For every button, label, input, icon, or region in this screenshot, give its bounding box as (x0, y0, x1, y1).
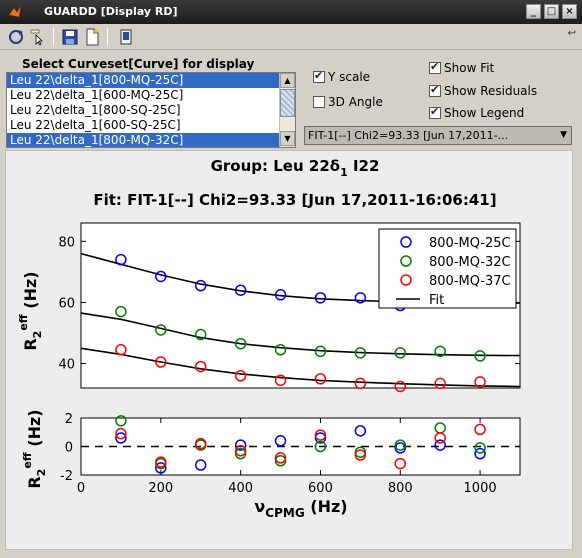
x-axis-label: νCPMG (Hz) (254, 497, 347, 520)
y-tick-label: 2 (65, 412, 73, 427)
window-title: GUARDD [Display RD] (44, 5, 178, 18)
toolbar-separator (53, 28, 54, 46)
list-item[interactable]: Leu 22\delta_1[800-SQ-25C] (7, 103, 295, 118)
figure-toolbar: ↩ (0, 24, 582, 50)
toolbar-separator (107, 28, 108, 46)
3d-angle-checkbox[interactable]: 3D Angle (313, 95, 383, 109)
y-tick-label: -2 (60, 469, 73, 484)
rotate-icon[interactable] (6, 27, 26, 47)
legend: 800-MQ-25C 800-MQ-32C 800-MQ-37C Fit (378, 228, 517, 309)
scroll-down-icon[interactable]: ▼ (280, 131, 295, 146)
checkbox-checked-icon[interactable] (429, 105, 441, 119)
show-fit-checkbox[interactable]: Show Fit (429, 60, 495, 75)
show-residuals-label: Show Residuals (444, 84, 538, 98)
x-tick-label: 1000 (464, 481, 497, 496)
x-tick-label: 800 (388, 481, 413, 496)
list-item[interactable]: Leu 22\delta_1[600-MQ-25C] (7, 88, 295, 103)
maximize-button[interactable]: □ (544, 4, 559, 19)
fit-select[interactable]: FIT-1[--] Chi2=93.33 [Jun 17,2011-... ▼ (304, 126, 572, 145)
print-icon[interactable] (116, 27, 136, 47)
main-y-label: R2eff (Hz) (17, 271, 44, 350)
new-figure-icon[interactable] (82, 27, 102, 47)
x-tick-label: 600 (308, 481, 333, 496)
figure-panel: Group: Leu 22δ1 I22 Fit: FIT-1[--] Chi2=… (5, 150, 573, 550)
x-tick-label: 200 (148, 481, 173, 496)
residual-y-label: R2eff (Hz) (21, 409, 48, 488)
close-button[interactable]: × (562, 4, 577, 19)
scroll-up-icon[interactable]: ▲ (280, 73, 295, 88)
save-icon[interactable] (60, 27, 80, 47)
checkbox-unchecked-icon[interactable] (313, 96, 325, 108)
y-tick-label: 80 (58, 235, 75, 250)
fit-select-value: FIT-1[--] Chi2=93.33 [Jun 17,2011-... (308, 129, 509, 142)
y-scale-checkbox[interactable]: Y scale (313, 69, 371, 84)
x-tick-label: 0 (77, 481, 85, 496)
checkbox-checked-icon[interactable] (429, 83, 441, 97)
residual-axes (80, 417, 521, 476)
x-tick-label: 400 (228, 481, 253, 496)
show-legend-label: Show Legend (444, 106, 525, 120)
legend-label-series1: 800-MQ-25C (429, 236, 511, 251)
y-tick-label: 0 (65, 441, 73, 456)
legend-label-series2: 800-MQ-32C (429, 255, 511, 270)
y-scale-label: Y scale (328, 70, 371, 84)
minimize-button[interactable]: _ (526, 4, 541, 19)
toolbar-overflow-icon[interactable]: ↩ (568, 28, 576, 39)
show-fit-label: Show Fit (444, 61, 495, 75)
y-tick-label: 60 (58, 296, 75, 311)
checkbox-checked-icon[interactable] (313, 69, 325, 83)
matlab-icon (8, 5, 22, 18)
curveset-panel-label: Select Curveset[Curve] for display (22, 57, 255, 71)
show-legend-checkbox[interactable]: Show Legend (429, 105, 525, 120)
scroll-thumb[interactable] (280, 89, 295, 117)
list-item[interactable]: Leu 22\delta_1[800-MQ-32C] (7, 133, 295, 147)
plot-canvas: Group: Leu 22δ1 I22 Fit: FIT-1[--] Chi2=… (17, 157, 521, 520)
data-cursor-icon[interactable] (28, 27, 48, 47)
listbox-scrollbar[interactable]: ▲ ▼ (279, 73, 295, 147)
legend-label-series3: 800-MQ-37C (429, 274, 511, 289)
curveset-listbox[interactable]: Leu 22\delta_1[800-MQ-25C] Leu 22\delta_… (6, 72, 296, 148)
show-residuals-checkbox[interactable]: Show Residuals (429, 83, 538, 98)
list-item[interactable]: Leu 22\delta_1[800-MQ-25C] (7, 73, 295, 88)
window-titlebar: GUARDD [Display RD] _ □ × (0, 0, 582, 24)
y-tick-label: 40 (58, 358, 75, 373)
3d-angle-label: 3D Angle (328, 95, 383, 109)
fit-title: Fit: FIT-1[--] Chi2=93.33 [Jun 17,2011-1… (93, 191, 496, 209)
legend-label-fit: Fit (429, 293, 444, 308)
group-title: Group: Leu 22δ1 I22 (211, 157, 380, 179)
checkbox-checked-icon[interactable] (429, 60, 441, 74)
chevron-down-icon[interactable]: ▼ (560, 127, 567, 144)
list-item[interactable]: Leu 22\delta_1[600-SQ-25C] (7, 118, 295, 133)
